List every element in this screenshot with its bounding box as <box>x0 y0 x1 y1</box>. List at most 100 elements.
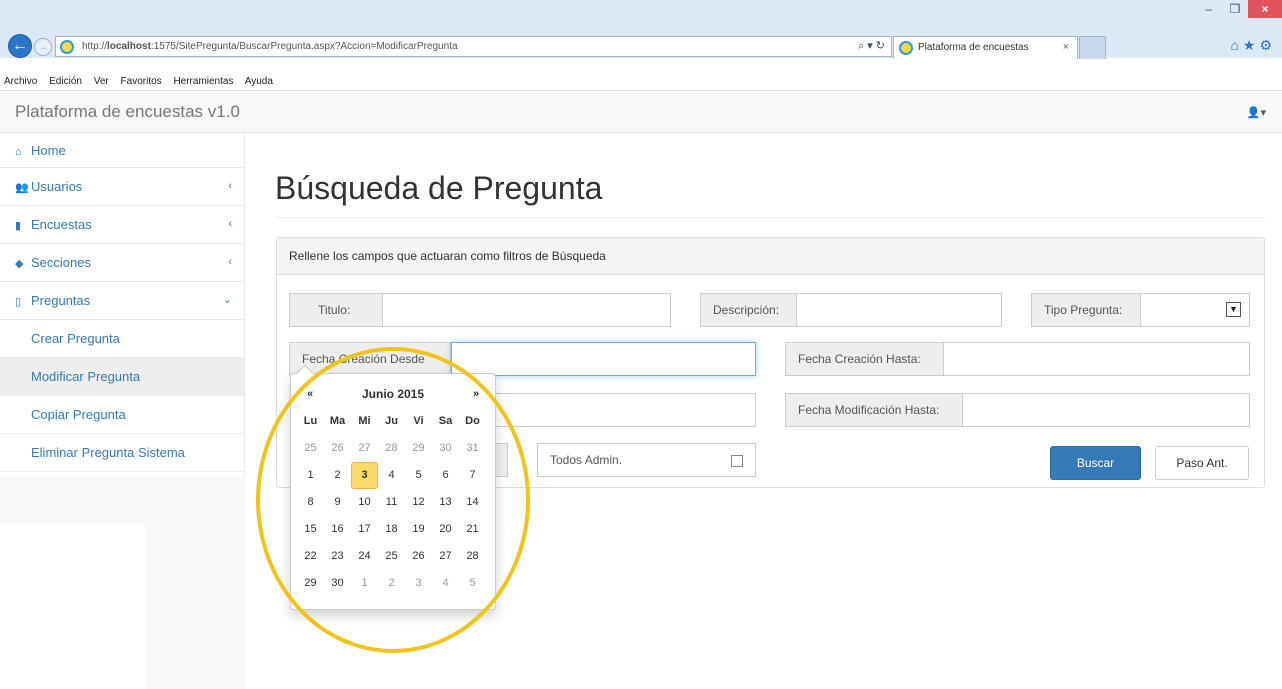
calendar-day[interactable]: 21 <box>459 516 486 543</box>
browser-tab[interactable]: Plataforma de encuestas × <box>893 36 1078 59</box>
menu-archivo[interactable]: Archivo <box>4 76 37 87</box>
calendar-day[interactable]: 26 <box>405 543 432 570</box>
sidebar-item-home[interactable]: ⌂ Home <box>0 134 244 168</box>
app-brand[interactable]: Plataforma de encuestas v1.0 <box>15 102 240 122</box>
calendar-day[interactable]: 6 <box>432 462 459 489</box>
calendar-day[interactable]: 29 <box>405 435 432 462</box>
sidebar-item-usuarios[interactable]: 👥 Usuarios ‹ <box>0 168 244 206</box>
search-refresh-icon[interactable]: ⌕ ▾ ↻ <box>858 37 885 56</box>
restore-icon[interactable]: ❐ <box>1222 0 1248 18</box>
calendar-day[interactable]: 5 <box>459 570 486 597</box>
menu-ver[interactable]: Ver <box>94 76 109 87</box>
calendar-day[interactable]: 1 <box>351 570 378 597</box>
calendar-day[interactable]: 18 <box>378 516 405 543</box>
next-month-icon[interactable]: » <box>463 388 489 400</box>
calendar-day[interactable]: 2 <box>378 570 405 597</box>
calendar-day[interactable]: 28 <box>378 435 405 462</box>
fecha-creacion-hasta-input[interactable] <box>944 342 1250 376</box>
calendar-day[interactable]: 25 <box>297 435 324 462</box>
sidebar-subitem-copiar-pregunta[interactable]: Copiar Pregunta <box>0 396 244 434</box>
panel-heading: Rellene los campos que actuaran como fil… <box>277 238 1264 275</box>
sidebar-background <box>0 477 245 523</box>
fecha-creacion-hasta-label-text: Fecha Creación Hasta: <box>798 352 921 366</box>
page-favicon-icon <box>60 40 74 54</box>
todos-admin-checkbox[interactable] <box>731 455 743 467</box>
fecha-modificacion-hasta-input[interactable] <box>963 393 1250 427</box>
new-tab-button[interactable] <box>1079 36 1106 59</box>
weekday-header: Lu <box>303 415 318 427</box>
tipo-pregunta-select[interactable]: ▼ <box>1141 293 1250 327</box>
datepicker-grid: Lu Ma Mi Ju Vi Sa Do 25 26 27 28 29 30 31 1 2 3 4 5 6 7 8 9 10 1… <box>297 408 489 597</box>
back-arrow-icon[interactable]: ← <box>8 34 32 58</box>
fecha-modificacion-hasta-label-text: Fecha Modificación Hasta: <box>798 403 940 417</box>
calendar-day[interactable]: 3 <box>351 462 378 489</box>
calendar-day[interactable]: 26 <box>324 435 351 462</box>
tab-close-icon[interactable]: × <box>1063 37 1069 58</box>
descripcion-input[interactable] <box>797 293 1002 327</box>
menu-ayuda[interactable]: Ayuda <box>245 76 273 87</box>
url-path: :1575/SitePregunta/BuscarPregunta.aspx?A… <box>150 41 458 52</box>
calendar-day[interactable]: 3 <box>405 570 432 597</box>
close-window-icon[interactable]: × <box>1248 0 1282 18</box>
calendar-day[interactable]: 30 <box>432 435 459 462</box>
calendar-day[interactable]: 30 <box>324 570 351 597</box>
calendar-day[interactable]: 8 <box>297 489 324 516</box>
dropdown-arrow-icon[interactable]: ▼ <box>1226 302 1241 317</box>
user-menu-icon[interactable]: 👤▾ <box>1247 106 1266 119</box>
window-controls: – ❐ × <box>1196 0 1282 18</box>
calendar-day[interactable]: 28 <box>459 543 486 570</box>
calendar-day[interactable]: 2 <box>324 462 351 489</box>
sidebar-item-secciones[interactable]: ◆ Secciones ‹ <box>0 244 244 282</box>
calendar-day[interactable]: 17 <box>351 516 378 543</box>
tags-icon: ◆ <box>15 258 24 270</box>
sidebar-item-encuestas[interactable]: ▮ Encuestas ‹ <box>0 206 244 244</box>
calendar-day[interactable]: 25 <box>378 543 405 570</box>
address-bar[interactable]: http://localhost:1575/SitePregunta/Busca… <box>55 36 892 57</box>
calendar-day[interactable]: 5 <box>405 462 432 489</box>
calendar-day[interactable]: 15 <box>297 516 324 543</box>
sidebar-item-preguntas[interactable]: ▯ Preguntas ⌄ <box>0 282 244 320</box>
calendar-day[interactable]: 23 <box>324 543 351 570</box>
calendar-day[interactable]: 4 <box>432 570 459 597</box>
url-scheme: http:// <box>82 41 108 52</box>
calendar-day[interactable]: 16 <box>324 516 351 543</box>
calendar-day[interactable]: 13 <box>432 489 459 516</box>
home-star-gear-icon[interactable]: ⌂★⚙ <box>1230 37 1276 54</box>
calendar-day[interactable]: 22 <box>297 543 324 570</box>
paso-ant-button[interactable]: Paso Ant. <box>1155 446 1249 480</box>
calendar-day[interactable]: 20 <box>432 516 459 543</box>
calendar-day[interactable]: 1 <box>297 462 324 489</box>
calendar-day[interactable]: 12 <box>405 489 432 516</box>
fecha-modificacion-desde-input[interactable] <box>460 393 756 427</box>
fecha-creacion-desde-label: Fecha Creación Desde <box>289 342 451 376</box>
sidebar-subitem-modificar-pregunta[interactable]: Modificar Pregunta <box>0 358 244 396</box>
calendar-day[interactable]: 11 <box>378 489 405 516</box>
calendar-day[interactable]: 7 <box>459 462 486 489</box>
calendar-day[interactable]: 10 <box>351 489 378 516</box>
forward-arrow-icon[interactable]: → <box>34 38 52 56</box>
datepicker-month[interactable]: Junio 2015 <box>323 387 463 401</box>
calendar-day[interactable]: 29 <box>297 570 324 597</box>
menu-edicion[interactable]: Edición <box>49 76 82 87</box>
buscar-button[interactable]: Buscar <box>1050 446 1141 480</box>
calendar-day[interactable]: 24 <box>351 543 378 570</box>
calendar-day[interactable]: 31 <box>459 435 486 462</box>
sidebar-subitem-crear-pregunta[interactable]: Crear Pregunta <box>0 320 244 358</box>
calendar-day[interactable]: 9 <box>324 489 351 516</box>
minimize-icon[interactable]: – <box>1196 0 1222 18</box>
menu-favoritos[interactable]: Favoritos <box>121 76 162 87</box>
calendar-day[interactable]: 19 <box>405 516 432 543</box>
sidebar-subitem-eliminar-pregunta-sistema[interactable]: Eliminar Pregunta Sistema <box>0 434 244 472</box>
calendar-day[interactable]: 27 <box>432 543 459 570</box>
descripcion-label: Descripción: <box>700 293 797 327</box>
calendar-day[interactable]: 4 <box>378 462 405 489</box>
menu-herramientas[interactable]: Herramientas <box>173 76 233 87</box>
calendar-day[interactable]: 27 <box>351 435 378 462</box>
chevron-down-icon: ⌄ <box>222 294 232 306</box>
fecha-creacion-desde-input[interactable] <box>451 342 756 376</box>
prev-month-icon[interactable]: « <box>297 388 323 400</box>
descripcion-label-text: Descripción: <box>713 303 780 317</box>
titulo-input[interactable] <box>383 293 671 327</box>
calendar-day[interactable]: 14 <box>459 489 486 516</box>
datepicker: « Junio 2015 » Lu Ma Mi Ju Vi Sa Do 25 26 27 28 29 3… <box>290 364 496 610</box>
